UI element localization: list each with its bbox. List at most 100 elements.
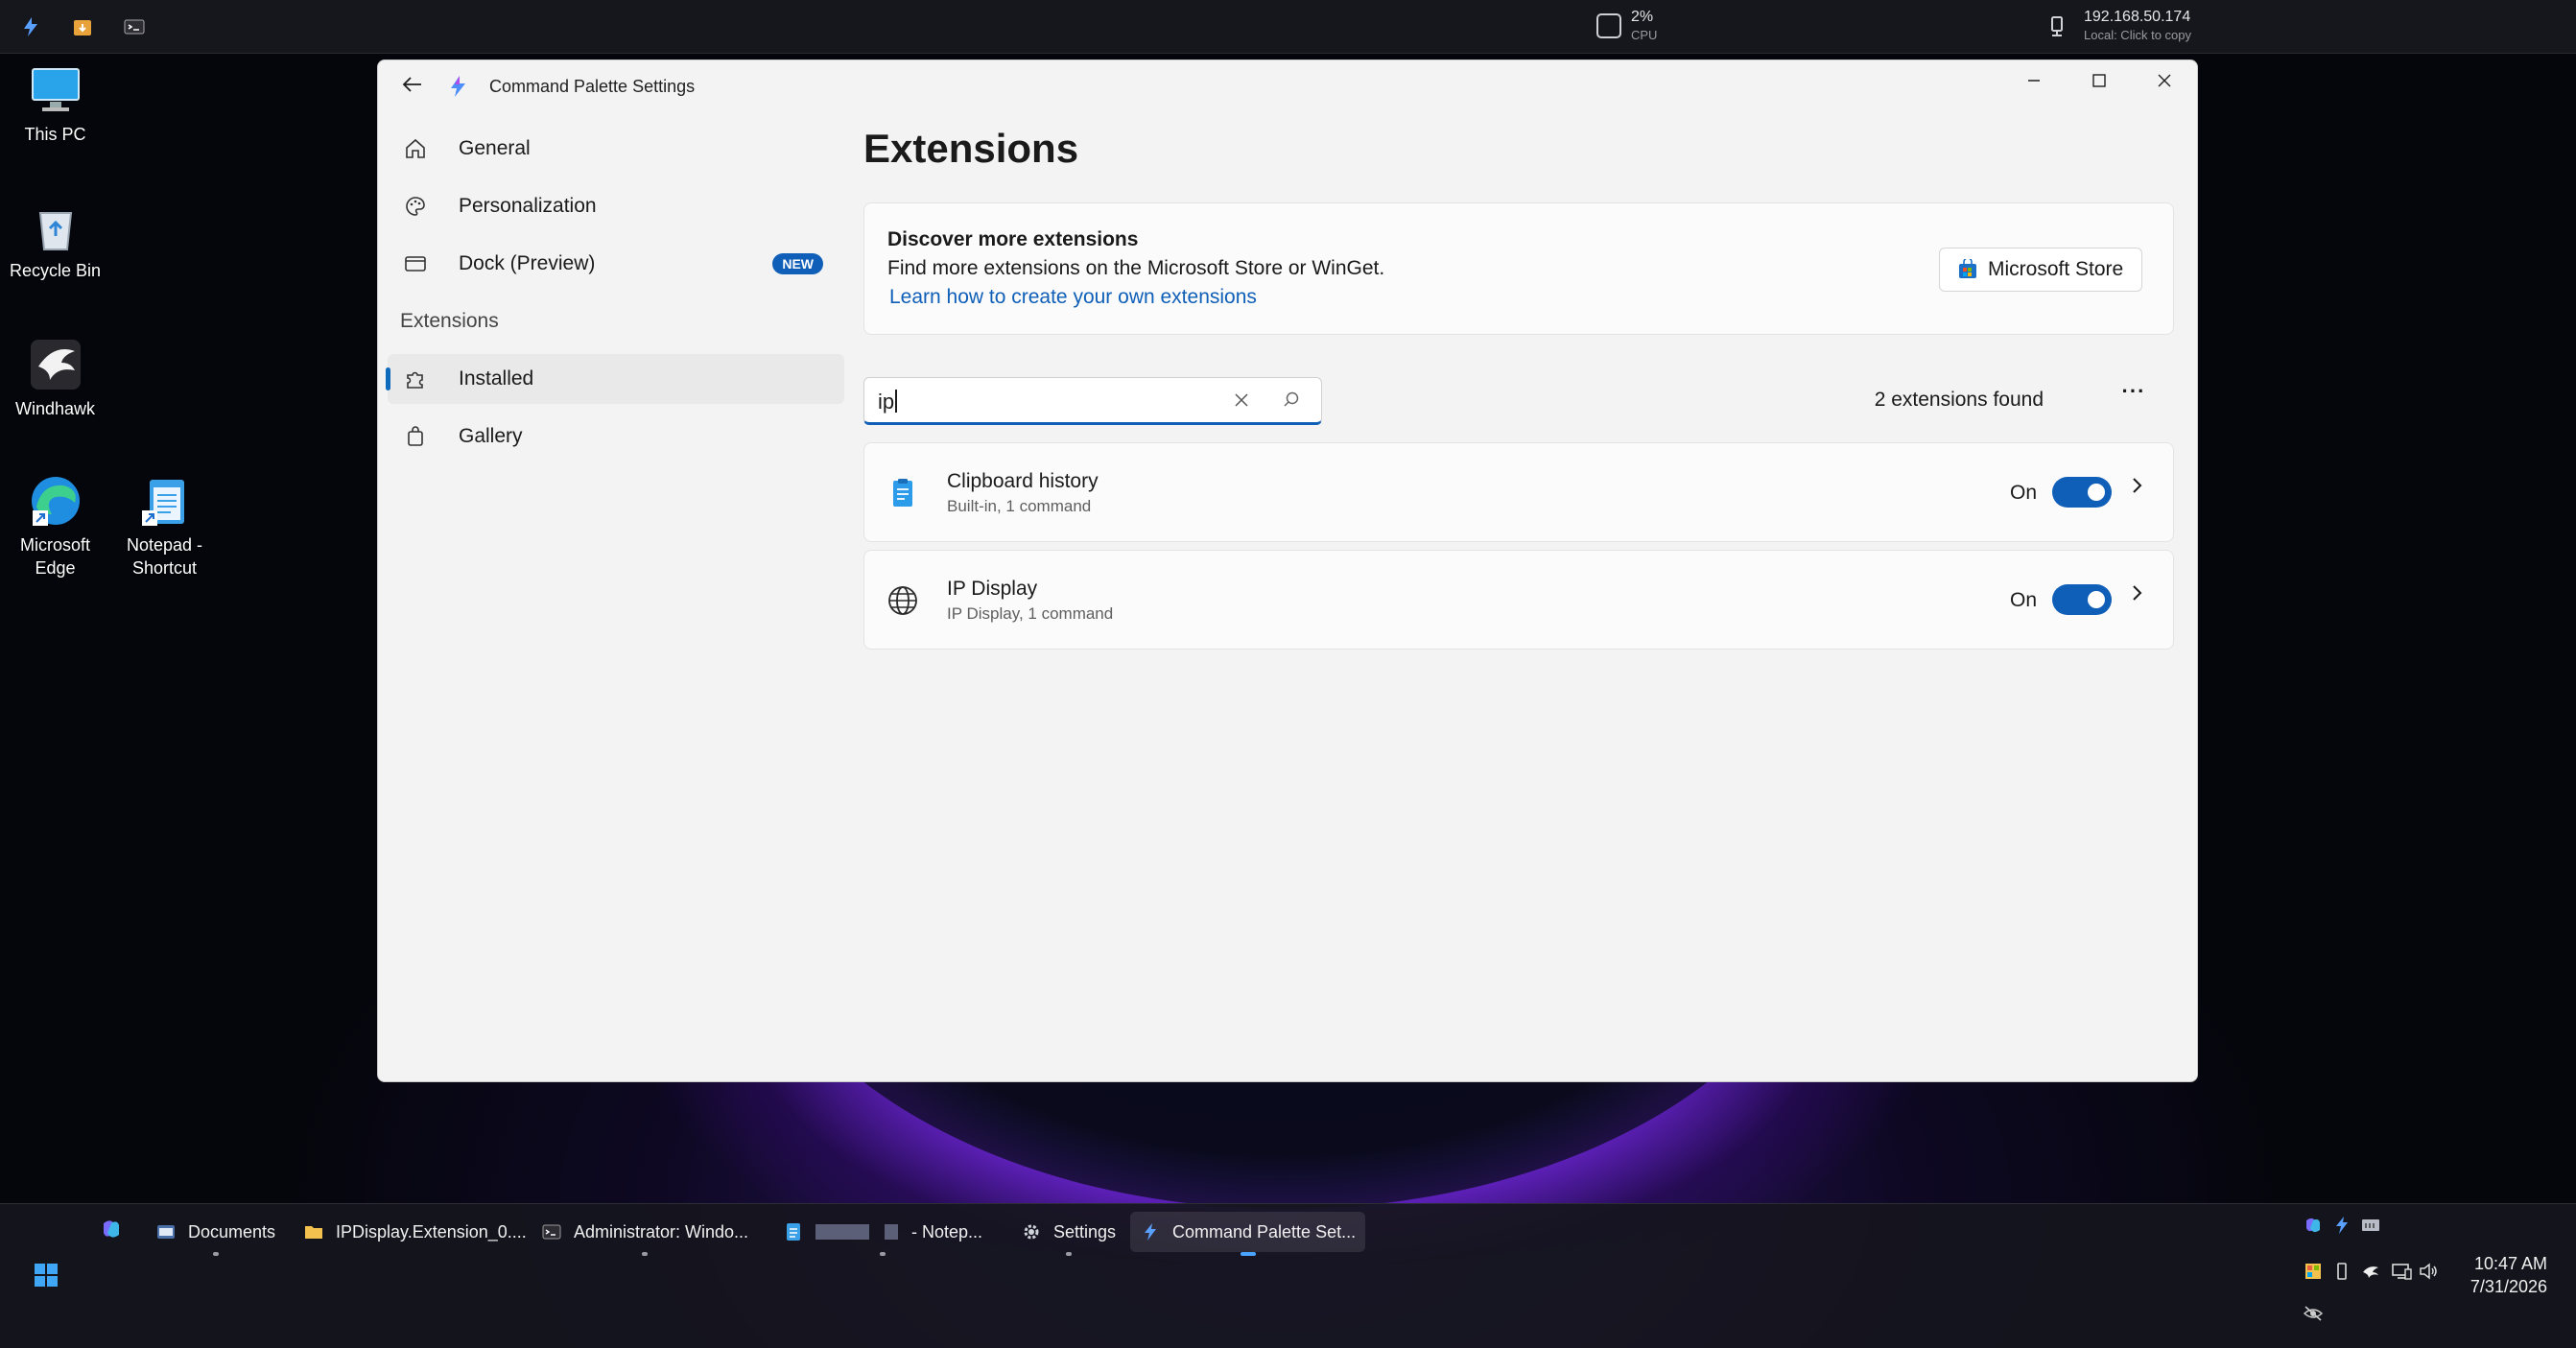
taskbar-app-terminal[interactable]: Administrator: Windo... <box>532 1212 758 1256</box>
discover-card: Discover more extensions Find more exten… <box>863 202 2174 335</box>
start-button[interactable] <box>35 1264 58 1287</box>
volume-icon[interactable] <box>2416 1260 2441 1283</box>
extension-name: Clipboard history <box>947 470 1099 492</box>
microsoft-store-button[interactable]: Microsoft Store <box>1939 248 2142 292</box>
redacted-block <box>815 1224 869 1240</box>
discover-description: Find more extensions on the Microsoft St… <box>887 257 1385 279</box>
extension-subtitle: IP Display, 1 command <box>947 604 1114 623</box>
back-button[interactable] <box>390 64 436 105</box>
cpu-value: 2% <box>1631 9 1654 25</box>
extension-state-label: On <box>2010 589 2038 611</box>
cpu-stat[interactable]: 2% CPU <box>1631 8 1657 44</box>
main-content: Extensions Discover more extensions Find… <box>863 60 2197 1081</box>
extension-enable-toggle[interactable] <box>2052 584 2112 615</box>
search-value: ip <box>878 390 898 414</box>
notepad-icon <box>783 1221 804 1242</box>
notepad-icon <box>138 474 192 528</box>
monitor-tray-icon[interactable] <box>2358 1214 2383 1237</box>
clock-date: 7/31/2026 <box>2470 1277 2547 1296</box>
home-icon <box>401 134 430 163</box>
recycle-bin-icon <box>29 200 83 253</box>
command-palette-icon <box>1140 1221 1161 1242</box>
monitor-icon <box>29 63 83 117</box>
taskbar-app-documents[interactable]: Documents <box>146 1212 285 1256</box>
shopping-bag-icon <box>401 422 430 451</box>
taskbar-app-notepad[interactable]: - Notep... <box>773 1212 992 1256</box>
discover-title: Discover more extensions <box>887 228 1139 250</box>
page-title: Extensions <box>863 126 1079 171</box>
nav-item-label: General <box>459 137 531 159</box>
hidden-visibility-icon[interactable] <box>2301 1302 2326 1325</box>
palette-icon <box>401 192 430 221</box>
cpu-label: CPU <box>1631 28 1658 42</box>
taskbar-app-label: IPDisplay.Extension_0.... <box>336 1221 527 1242</box>
network-tray-icon[interactable] <box>2389 1260 2414 1283</box>
more-options-button[interactable]: ··· <box>2116 379 2151 414</box>
extension-row-ip-display[interactable]: IP Display IP Display, 1 command On <box>863 550 2174 650</box>
nav-item-label: Personalization <box>459 195 597 217</box>
redacted-block <box>885 1224 898 1240</box>
search-icon[interactable] <box>1283 390 1306 413</box>
command-palette-tray-icon[interactable] <box>2329 1214 2354 1237</box>
edge-icon <box>29 474 83 528</box>
widgets-tray-icon[interactable] <box>2301 1260 2326 1283</box>
taskbar-app-label: Command Palette Set... <box>1172 1221 1357 1242</box>
back-arrow-icon <box>402 77 421 92</box>
globe-icon <box>886 583 920 618</box>
new-badge: NEW <box>772 253 823 274</box>
taskbar-app-settings[interactable]: Settings <box>1011 1212 1125 1256</box>
nav-section-header: Extensions <box>400 310 499 332</box>
chevron-right-icon[interactable] <box>2131 474 2144 504</box>
command-palette-launcher-icon[interactable] <box>17 13 44 40</box>
clipboard-icon <box>886 476 920 510</box>
taskbar-app-command-palette-settings[interactable]: Command Palette Set... <box>1130 1212 1366 1256</box>
desktop-icon-label: Notepad - Shortcut <box>126 535 203 578</box>
extension-subtitle: Built-in, 1 command <box>947 497 1092 515</box>
nav-item-personalization[interactable]: Personalization <box>388 181 844 231</box>
nav-item-dock[interactable]: Dock (Preview) NEW <box>388 239 844 289</box>
store-icon <box>1957 257 1978 280</box>
extension-state-label: On <box>2010 482 2038 504</box>
desktop-icon-recycle-bin[interactable]: Recycle Bin <box>0 200 110 282</box>
ip-stat[interactable]: 192.168.50.174 Local: Click to copy <box>2084 8 2191 44</box>
extension-search-input[interactable]: ip <box>863 377 1322 425</box>
clock-time: 10:47 AM <box>2473 1254 2547 1273</box>
command-palette-settings-window: Command Palette Settings General Persona… <box>377 59 2198 1082</box>
window-title: Command Palette Settings <box>489 77 696 96</box>
nav-item-gallery[interactable]: Gallery <box>388 412 844 461</box>
system-clock[interactable]: 10:47 AM 7/31/2026 <box>2470 1252 2547 1298</box>
terminal-icon <box>541 1221 562 1242</box>
desktop-icon-microsoft-edge[interactable]: Microsoft Edge <box>0 474 110 579</box>
taskbar-app-label: Administrator: Windo... <box>574 1221 749 1242</box>
desktop-icon-label: Recycle Bin <box>9 261 102 280</box>
taskbar: Documents IPDisplay.Extension_0.... Admi… <box>0 1203 2576 1348</box>
desktop-icon-notepad-shortcut[interactable]: Notepad - Shortcut <box>109 474 220 579</box>
desktop-icon-label: Windhawk <box>14 399 96 418</box>
desktop-icon-windhawk[interactable]: Windhawk <box>0 338 110 420</box>
clear-search-icon[interactable] <box>1229 388 1254 413</box>
desktop-icon-this-pc[interactable]: This PC <box>0 63 110 146</box>
desktop-icon-label: Microsoft Edge <box>19 535 90 578</box>
nav-item-general[interactable]: General <box>388 124 844 174</box>
windhawk-tray-icon[interactable] <box>2358 1260 2383 1283</box>
app-logo-icon <box>445 74 470 99</box>
taskbar-app-label: - Notep... <box>911 1221 983 1242</box>
terminal-icon[interactable] <box>121 13 148 40</box>
copilot-icon[interactable] <box>98 1216 125 1242</box>
nav-item-installed[interactable]: Installed <box>386 354 844 404</box>
extension-enable-toggle[interactable] <box>2052 477 2112 508</box>
results-count: 2 extensions found <box>1874 389 2044 411</box>
network-icon <box>2044 13 2070 40</box>
folder-icon <box>303 1221 324 1242</box>
nav-item-label: Gallery <box>459 425 523 447</box>
copilot-tray-icon[interactable] <box>2301 1214 2326 1237</box>
usb-tray-icon[interactable] <box>2329 1260 2354 1283</box>
taskbar-app-ipdisplay-folder[interactable]: IPDisplay.Extension_0.... <box>294 1212 536 1252</box>
chevron-right-icon[interactable] <box>2131 581 2144 611</box>
taskbar-app-label: Documents <box>188 1221 276 1242</box>
extension-name: IP Display <box>947 578 1038 600</box>
package-icon[interactable] <box>69 13 96 40</box>
taskbar-app-label: Settings <box>1053 1221 1117 1242</box>
extension-row-clipboard-history[interactable]: Clipboard history Built-in, 1 command On <box>863 442 2174 542</box>
create-extensions-link[interactable]: Learn how to create your own extensions <box>889 286 1257 309</box>
